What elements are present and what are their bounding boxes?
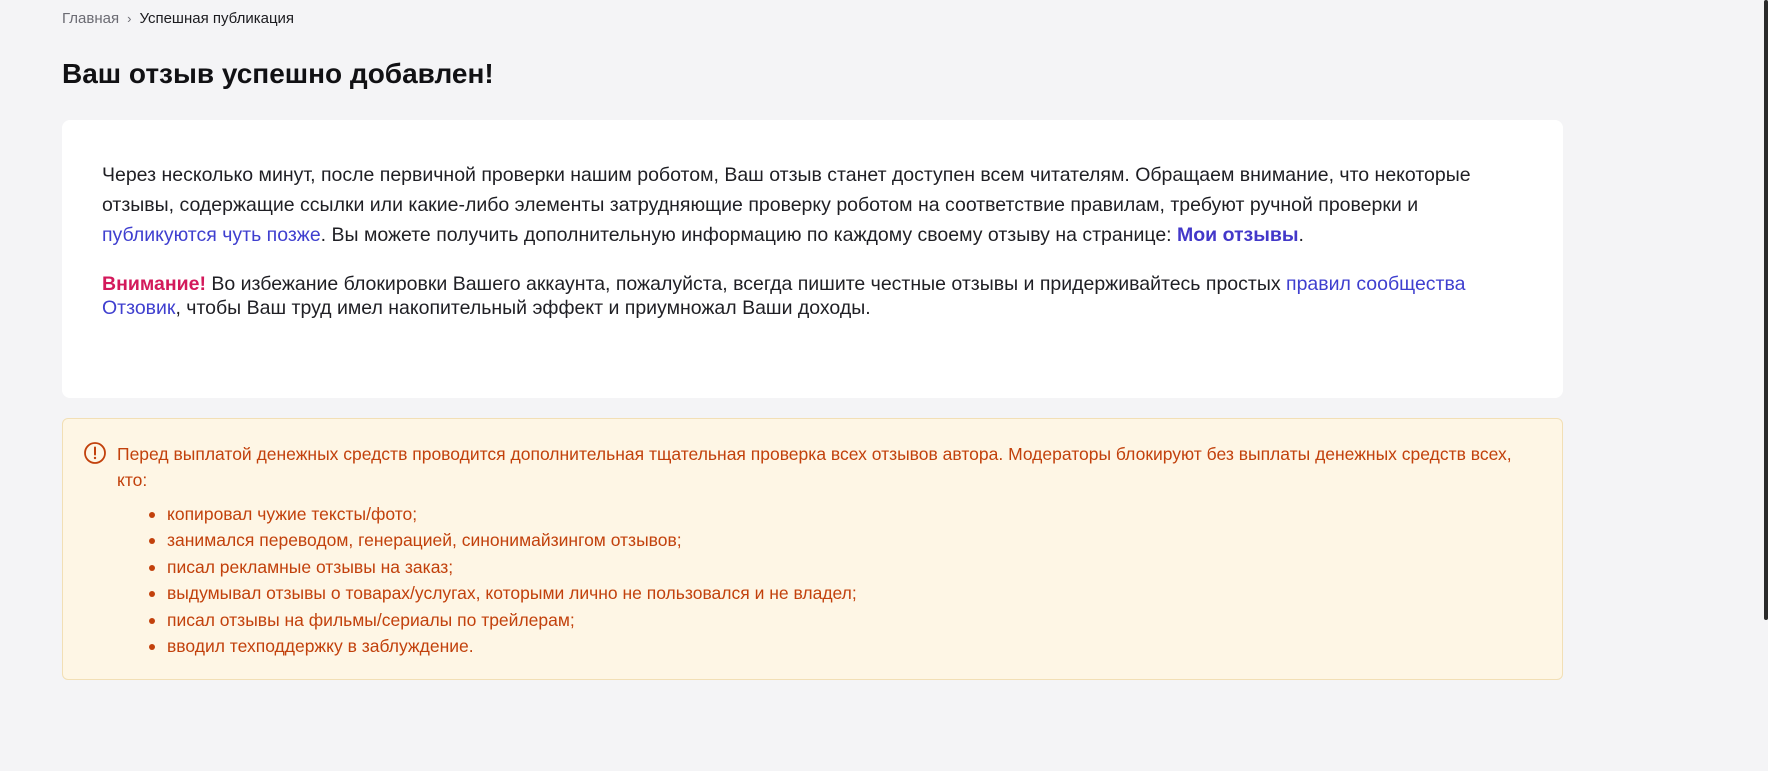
breadcrumb-separator: ›	[127, 11, 132, 26]
attention-paragraph: Внимание! Во избежание блокировки Вашего…	[102, 272, 1523, 320]
warning-list-item: выдумывал отзывы о товарах/услугах, кото…	[149, 580, 1522, 606]
my-reviews-link[interactable]: Мои отзывы	[1177, 224, 1299, 246]
warning-list-item: писал отзывы на фильмы/сериалы по трейле…	[149, 607, 1522, 633]
info-paragraph: Через несколько минут, после первичной п…	[102, 160, 1523, 250]
warning-box: Перед выплатой денежных средств проводит…	[62, 418, 1563, 680]
attention-text: Во избежание блокировки Вашего аккаунта,…	[205, 273, 1287, 295]
warning-text: Перед выплатой денежных средств проводит…	[117, 444, 1512, 490]
info-card: Через несколько минут, после первичной п…	[62, 120, 1563, 398]
attention-text: , чтобы Ваш труд имел накопительный эффе…	[175, 297, 871, 319]
exclamation-circle-icon	[83, 441, 107, 465]
warning-list-item: вводил техподдержку в заблуждение.	[149, 633, 1522, 659]
attention-label: Внимание!	[102, 273, 206, 295]
published-later-link[interactable]: публикуются чуть позже	[102, 224, 321, 246]
breadcrumb-current: Успешная публикация	[139, 10, 295, 27]
breadcrumb-home-link[interactable]: Главная	[62, 10, 119, 27]
warning-list-item: писал рекламные отзывы на заказ;	[149, 554, 1522, 580]
info-text: . Вы можете получить дополнительную инфо…	[320, 224, 1178, 246]
warning-list: копировал чужие тексты/фото; занимался п…	[117, 501, 1522, 659]
warning-list-item: занимался переводом, генерацией, синоним…	[149, 527, 1522, 553]
info-text: Через несколько минут, после первичной п…	[102, 164, 1471, 216]
warning-list-item: копировал чужие тексты/фото;	[149, 501, 1522, 527]
info-text-end: .	[1298, 224, 1304, 246]
breadcrumb: Главная › Успешная публикация	[62, 10, 294, 28]
page-title: Ваш отзыв успешно добавлен!	[62, 58, 494, 89]
scrollbar[interactable]	[1764, 0, 1768, 620]
